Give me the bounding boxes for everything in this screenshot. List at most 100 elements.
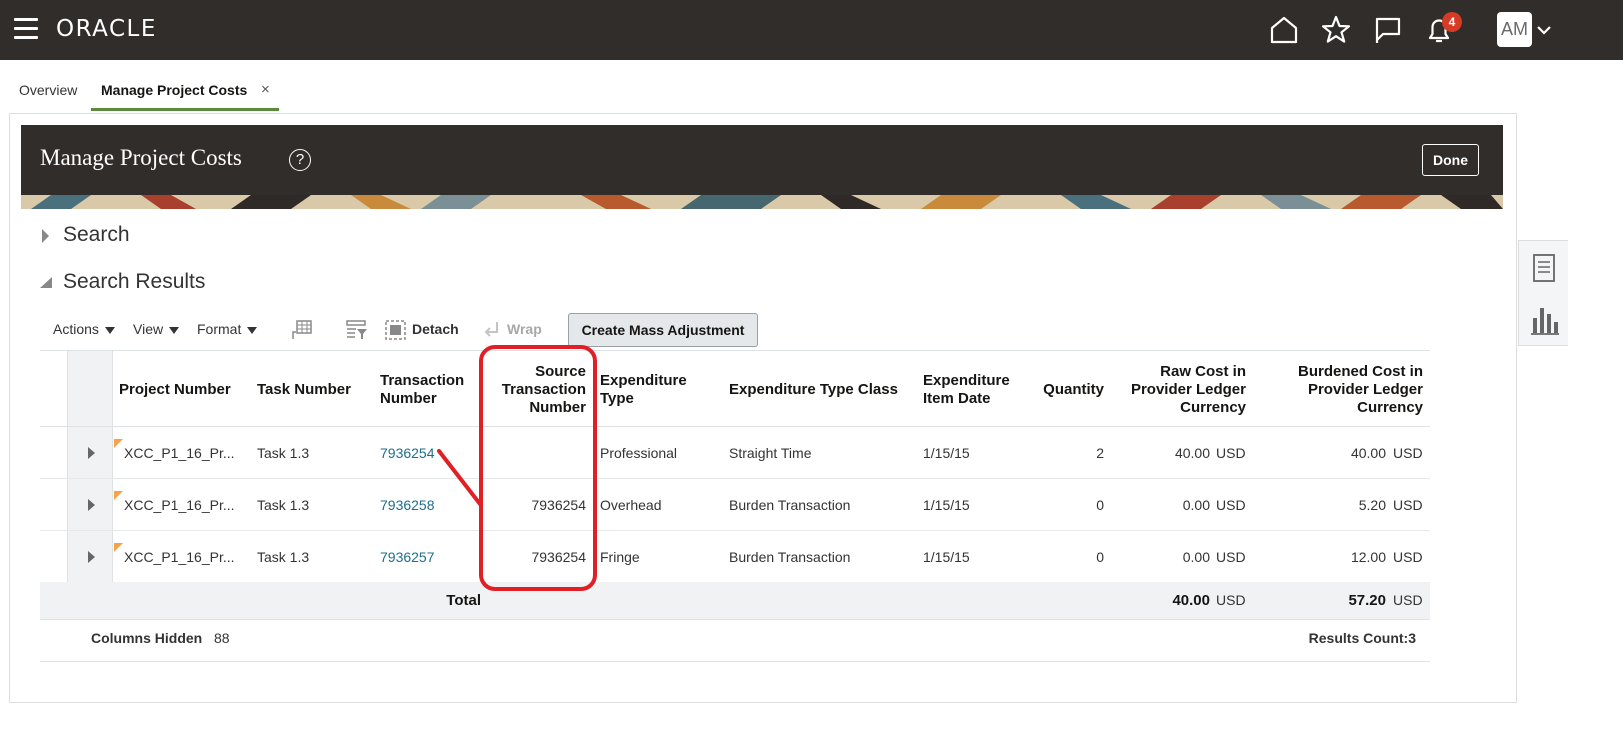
table-header-row: Project Number Task Number Transaction N… — [40, 350, 1430, 427]
columns-hidden-value[interactable]: 88 — [214, 630, 230, 646]
cell-quantity: 0 — [1096, 549, 1104, 565]
bar-chart-icon — [1531, 308, 1559, 335]
page-title: Manage Project Costs — [40, 145, 242, 170]
annotation-arrow — [437, 449, 482, 506]
cell-burdened-currency: USD — [1393, 549, 1423, 565]
col-raw-line2: Provider Ledger — [1130, 381, 1246, 398]
analytics-panel-button[interactable] — [1519, 294, 1569, 346]
col-exp-date-line1: Expenditure — [923, 372, 1010, 389]
expand-triangle-icon[interactable] — [40, 229, 50, 243]
cell-exp-class: Straight Time — [729, 445, 812, 461]
col-expenditure-item-date[interactable]: Expenditure Item Date — [923, 372, 1010, 408]
cell-raw-currency: USD — [1216, 549, 1246, 565]
cell-burdened-currency: USD — [1393, 445, 1423, 461]
table-row[interactable]: XCC_P1_16_Pr... Task 1.3 7936258 7936254… — [40, 479, 1430, 531]
cell-exp-type: Fringe — [600, 549, 640, 565]
cell-exp-type: Professional — [600, 445, 678, 461]
results-count: Results Count:3 — [1308, 630, 1416, 646]
avatar[interactable]: AM — [1497, 12, 1532, 47]
row-indicator-icon — [114, 543, 123, 552]
expand-row-icon[interactable] — [88, 447, 95, 459]
cell-exp-type: Overhead — [600, 497, 662, 513]
chevron-down-icon[interactable] — [1535, 22, 1553, 38]
cell-project: XCC_P1_16_Pr... — [124, 497, 235, 513]
total-burdened: 57.20 — [1348, 592, 1386, 609]
cell-task: Task 1.3 — [257, 445, 310, 461]
cell-transaction-link[interactable]: 7936257 — [380, 549, 435, 565]
table-row[interactable]: XCC_P1_16_Pr... Task 1.3 7936257 7936254… — [40, 531, 1430, 583]
detach-button[interactable]: Detach — [412, 321, 459, 337]
col-transaction-number-line2: Number — [380, 390, 437, 407]
expand-row-icon[interactable] — [88, 551, 95, 563]
actions-menu[interactable]: Actions — [53, 321, 115, 337]
total-raw-currency: USD — [1216, 592, 1246, 608]
freeze-columns-icon[interactable] — [291, 320, 313, 340]
view-menu[interactable]: View — [133, 321, 180, 337]
cell-source: 7936254 — [531, 497, 586, 513]
row-indicator-icon — [114, 439, 123, 448]
cell-burdened-currency: USD — [1393, 497, 1423, 513]
col-raw-cost[interactable]: Raw Cost in Provider Ledger Currency — [1110, 363, 1246, 417]
view-label: View — [133, 321, 164, 337]
transaction-link[interactable]: 7936257 — [380, 549, 435, 565]
cell-burdened: 5.20 — [1358, 497, 1386, 513]
caret-down-icon — [247, 326, 258, 334]
tab-manage-project-costs[interactable]: Manage Project Costs — [101, 82, 247, 98]
col-source-line3: Number — [529, 399, 586, 416]
format-menu[interactable]: Format — [197, 321, 258, 337]
cell-raw: 0.00 — [1182, 549, 1210, 565]
help-icon[interactable]: ? — [289, 149, 311, 171]
cell-transaction-link[interactable]: 7936254 — [380, 445, 435, 461]
cell-quantity: 2 — [1096, 445, 1104, 461]
expand-row-icon[interactable] — [88, 499, 95, 511]
flag-icon[interactable] — [1371, 13, 1405, 47]
document-icon — [1533, 254, 1555, 282]
notification-badge: 4 — [1442, 12, 1462, 32]
col-burdened-line1: Burdened Cost in — [1297, 363, 1423, 380]
tab-overview[interactable]: Overview — [19, 82, 77, 98]
page-header: Manage Project Costs ? Done — [21, 125, 1503, 195]
cell-transaction-link[interactable]: 7936258 — [380, 497, 435, 513]
cell-date: 1/15/15 — [923, 497, 970, 513]
total-row: Total 40.00 USD 57.20 USD — [40, 582, 1430, 620]
table-row[interactable]: XCC_P1_16_Pr... Task 1.3 7936254 Profess… — [40, 427, 1430, 479]
transaction-link[interactable]: 7936258 — [380, 497, 435, 513]
col-transaction-number[interactable]: Transaction Number — [380, 372, 464, 408]
cell-raw-currency: USD — [1216, 445, 1246, 461]
menu-icon[interactable] — [14, 18, 38, 40]
wrap-button: Wrap — [507, 321, 542, 337]
col-source-line2: Transaction — [501, 381, 586, 398]
actions-label: Actions — [53, 321, 99, 337]
col-expenditure-type[interactable]: Expenditure Type — [600, 372, 687, 408]
filter-table-icon[interactable] — [346, 320, 368, 340]
col-expenditure-type-class[interactable]: Expenditure Type Class — [729, 381, 898, 399]
star-icon[interactable] — [1319, 13, 1353, 47]
format-label: Format — [197, 321, 242, 337]
row-indicator-icon — [114, 491, 123, 500]
cell-raw: 40.00 — [1174, 445, 1210, 461]
col-exp-date-line2: Item Date — [923, 390, 991, 407]
caret-down-icon — [104, 326, 115, 334]
done-button[interactable]: Done — [1422, 144, 1479, 176]
col-project-number[interactable]: Project Number — [119, 381, 231, 399]
transaction-link[interactable]: 7936254 — [380, 445, 435, 461]
collapse-triangle-icon[interactable] — [40, 277, 54, 289]
col-task-number[interactable]: Task Number — [257, 381, 351, 399]
col-raw-line3: Currency — [1180, 399, 1246, 416]
close-icon[interactable]: × — [261, 81, 270, 98]
document-panel-button[interactable] — [1519, 241, 1569, 293]
cell-task: Task 1.3 — [257, 549, 310, 565]
cell-burdened: 40.00 — [1350, 445, 1386, 461]
decorative-banner — [21, 195, 1503, 209]
detach-icon[interactable] — [385, 320, 407, 340]
col-exp-type-line2: Type — [600, 390, 634, 407]
active-tab-indicator — [91, 108, 279, 111]
create-mass-adjustment-button[interactable]: Create Mass Adjustment — [568, 313, 758, 347]
col-quantity[interactable]: Quantity — [1024, 381, 1104, 399]
col-source-transaction-number[interactable]: Source Transaction Number — [486, 363, 586, 417]
col-burdened-cost[interactable]: Burdened Cost in Provider Ledger Currenc… — [1272, 363, 1423, 417]
oracle-logo[interactable]: ORACLE — [56, 16, 157, 42]
col-raw-line1: Raw Cost in — [1160, 363, 1246, 380]
global-header: ORACLE 4 AM — [0, 0, 1623, 60]
home-icon[interactable] — [1267, 13, 1301, 47]
